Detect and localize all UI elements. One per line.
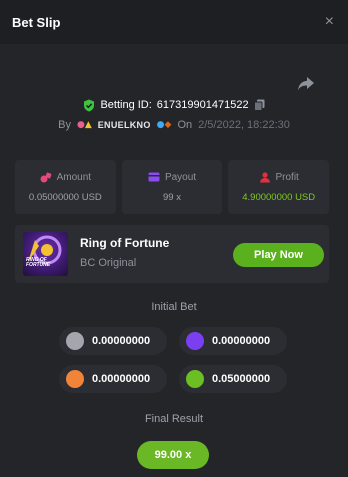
verified-shield-icon xyxy=(84,99,95,111)
amount-label-row: Amount xyxy=(40,172,91,183)
share-icon[interactable] xyxy=(297,76,315,92)
game-name[interactable]: Ring of Fortune xyxy=(80,236,169,250)
bet-slip-header: Bet Slip × xyxy=(0,0,348,44)
bet-value-green: 0.05000000 xyxy=(212,373,271,385)
profit-label-row: Profit xyxy=(259,172,299,183)
payout-label: Payout xyxy=(164,171,197,183)
bet-cell-purple: 0.00000000 xyxy=(179,327,287,355)
amount-stat: Amount 0.05000000 USD xyxy=(15,160,116,214)
play-now-button[interactable]: Play Now xyxy=(233,243,324,267)
profit-value: 4.90000000 USD xyxy=(242,191,316,203)
bet-stats: Amount 0.05000000 USD Payout 99 x Profit… xyxy=(15,160,330,214)
amount-label: Amount xyxy=(56,171,92,183)
bet-date: 2/5/2022, 18:22:30 xyxy=(198,119,290,131)
thumbnail-text-line2: FORTUNE xyxy=(26,262,51,268)
close-icon[interactable]: × xyxy=(325,14,334,30)
bet-author-row: By ●▲ ENUELKNO ●◆ On 2/5/2022, 18:22:30 xyxy=(0,117,348,133)
green-dot-icon xyxy=(186,370,204,388)
initial-bet-title: Initial Bet xyxy=(151,301,197,313)
final-result-badge: 99.00 x xyxy=(137,441,209,469)
coins-icon xyxy=(40,172,52,182)
bet-cell-green: 0.05000000 xyxy=(179,365,287,393)
bet-value-purple: 0.00000000 xyxy=(212,335,271,347)
betting-id-value: 617319901471522 xyxy=(156,99,249,111)
profit-label: Profit xyxy=(275,171,299,183)
user-badge-icon: ●▲ xyxy=(76,120,92,130)
on-label: On xyxy=(177,119,193,131)
bet-value-grey: 0.00000000 xyxy=(92,335,151,347)
profit-icon xyxy=(259,171,270,182)
payout-stat: Payout 99 x xyxy=(121,160,223,214)
initial-bet-grid: 0.00000000 0.00000000 0.00000000 0.05000… xyxy=(59,327,287,393)
by-label: By xyxy=(58,119,71,131)
game-provider: BC Original xyxy=(80,257,137,269)
final-result-title: Final Result xyxy=(144,413,204,425)
payout-value: 99 x xyxy=(163,191,181,203)
game-thumbnail[interactable]: RING OF FORTUNE xyxy=(23,232,68,276)
game-card: RING OF FORTUNE Ring of Fortune BC Origi… xyxy=(15,225,329,283)
bet-cell-orange: 0.00000000 xyxy=(59,365,167,393)
username-link[interactable]: ENUELKNO xyxy=(98,120,151,130)
copy-icon[interactable] xyxy=(253,99,265,111)
betting-id-row: Betting ID: 617319901471522 xyxy=(0,97,348,113)
header-title: Bet Slip xyxy=(12,14,61,30)
game-thumbnail-text: RING OF FORTUNE xyxy=(26,258,50,268)
purple-dot-icon xyxy=(186,332,204,350)
user-emoji-icon: ●◆ xyxy=(156,120,172,130)
bet-value-orange: 0.00000000 xyxy=(92,373,151,385)
profit-stat: Profit 4.90000000 USD xyxy=(228,160,330,214)
amount-value: 0.05000000 USD xyxy=(28,191,102,203)
payout-label-row: Payout xyxy=(148,172,196,183)
betting-id-label: Betting ID: xyxy=(100,99,152,111)
fortune-wheel-icon xyxy=(28,235,62,265)
orange-dot-icon xyxy=(66,370,84,388)
bet-cell-grey: 0.00000000 xyxy=(59,327,167,355)
wallet-icon xyxy=(148,172,160,182)
grey-dot-icon xyxy=(66,332,84,350)
